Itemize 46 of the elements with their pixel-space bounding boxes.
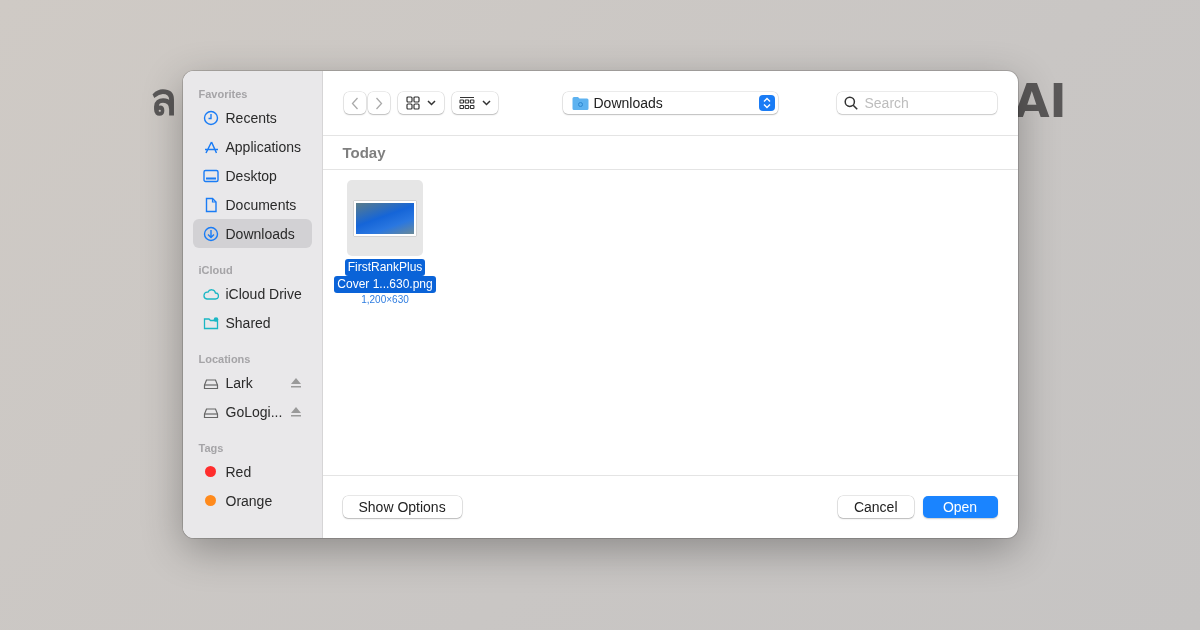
group-by-button[interactable] — [451, 92, 498, 114]
caret-icon — [426, 100, 436, 106]
search-input[interactable]: Search — [864, 95, 975, 111]
section-heading: Locations — [197, 353, 252, 365]
file-dimensions: 1,200×630 — [361, 294, 409, 305]
folder-icon — [571, 96, 589, 110]
sidebar-item[interactable]: Desktop — [192, 161, 312, 190]
icon-view-button[interactable] — [397, 92, 444, 114]
sidebar-item[interactable]: Lark — [192, 368, 312, 397]
sidebar-item[interactable]: iCloud Drive — [192, 279, 312, 308]
sidebar-item[interactable]: Downloads — [192, 219, 312, 248]
stepper-arrows-icon — [758, 95, 775, 111]
sidebar-item[interactable]: Shared — [192, 308, 312, 337]
sidebar-item[interactable]: Red — [192, 457, 312, 486]
section-heading: iCloud — [197, 264, 234, 276]
search-icon — [843, 96, 858, 110]
background-headline-text: AI — [1014, 78, 1067, 124]
background-headline-text: ล — [150, 78, 177, 122]
group-heading: Today — [342, 144, 386, 161]
file-name[interactable]: Cover 1...630.png — [334, 276, 436, 293]
chevron-left-icon — [350, 96, 359, 110]
location-popup-button[interactable]: Downloads — [562, 92, 778, 114]
chevron-right-icon — [374, 96, 383, 110]
file-name[interactable]: FirstRankPlus — [344, 259, 426, 276]
section-heading: Tags — [197, 442, 225, 454]
grid-icon — [405, 96, 420, 110]
sidebar-item[interactable]: Orange — [192, 486, 312, 515]
file-thumbnail[interactable] — [347, 180, 423, 256]
download-icon — [202, 225, 219, 242]
section-heading: Favorites — [197, 88, 249, 100]
desktop-icon — [202, 167, 219, 184]
search-field[interactable]: Search — [836, 92, 997, 114]
eject-icon — [289, 406, 302, 417]
sidebar-item[interactable]: Applications — [192, 132, 312, 161]
sidebar-item[interactable]: GoLogi... — [192, 397, 312, 426]
show-options-button[interactable]: Show Options — [342, 496, 462, 518]
grouped-grid-icon — [458, 96, 475, 110]
sidebar-item[interactable]: Documents — [192, 190, 312, 219]
open-button[interactable]: Open — [922, 496, 998, 518]
shared-folder-icon — [202, 314, 219, 331]
clock-icon — [202, 109, 219, 126]
photo-placeholder — [354, 200, 416, 236]
eject-icon — [289, 377, 302, 388]
sidebar-item[interactable]: Recents — [192, 103, 312, 132]
caret-icon — [481, 100, 491, 106]
cancel-button[interactable]: Cancel — [837, 496, 914, 518]
